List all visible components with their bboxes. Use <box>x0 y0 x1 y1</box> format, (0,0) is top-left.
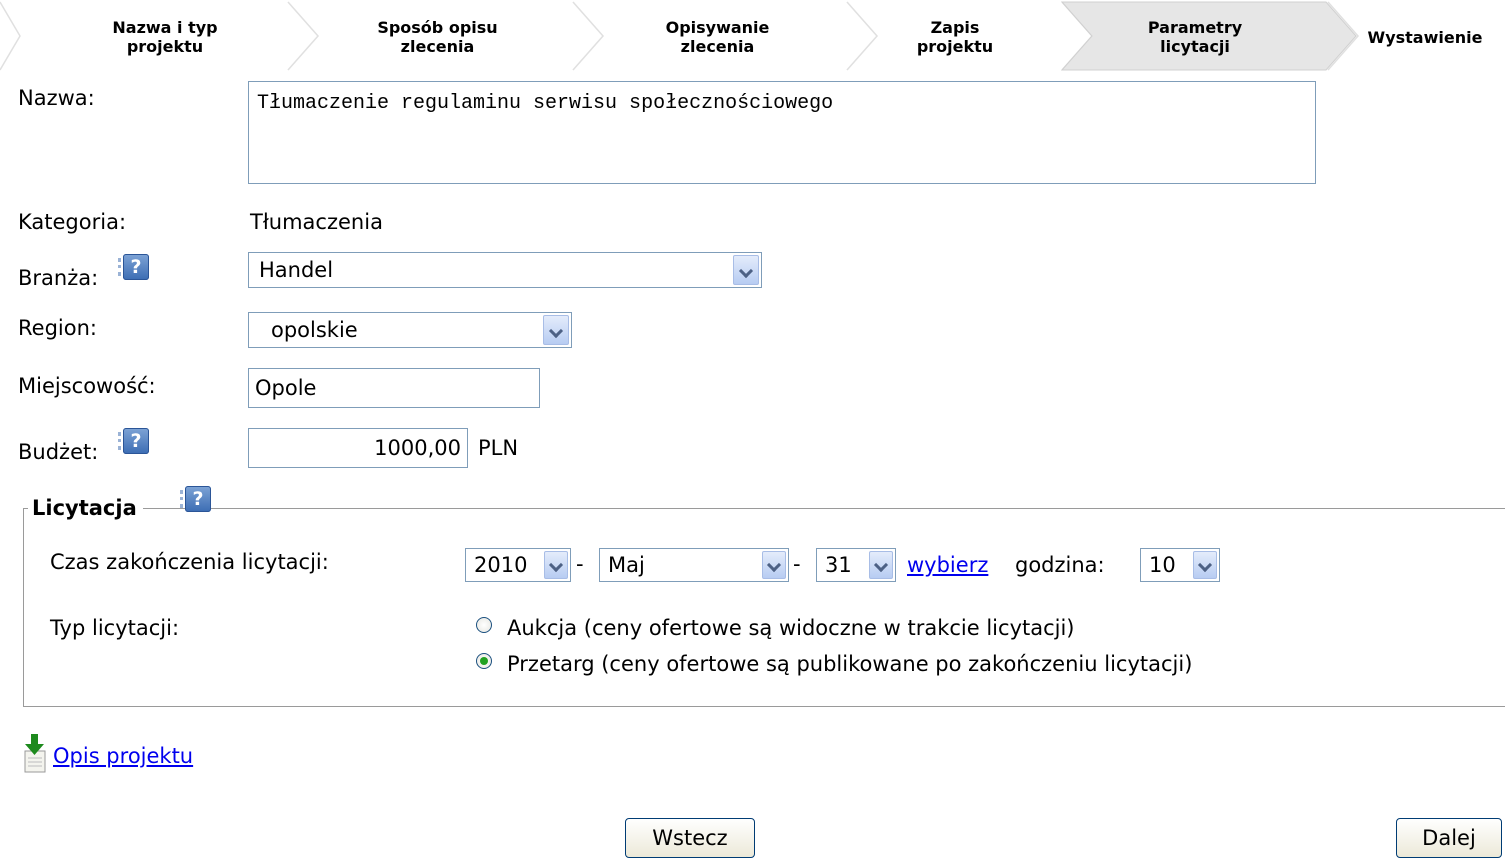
chevron-down-icon[interactable] <box>1193 551 1217 579</box>
project-description-link[interactable]: Opis projektu <box>53 744 193 768</box>
auction-legend-text: Licytacja <box>32 496 137 520</box>
auction-type-label: Typ licytacji: <box>50 616 180 640</box>
city-label: Miejscowość: <box>18 374 156 398</box>
budget-input[interactable]: 1000,00 <box>248 428 468 468</box>
hour-select-value: 10 <box>1149 553 1176 577</box>
auction-fieldset <box>23 508 1505 707</box>
budget-currency: PLN <box>478 436 519 460</box>
year-select-value: 2010 <box>474 553 528 577</box>
radio-przetarg[interactable] <box>476 653 492 669</box>
radio-aukcja-label[interactable]: Aukcja (ceny ofertowe są widoczne w trak… <box>507 616 1075 640</box>
radio-aukcja[interactable] <box>476 617 492 633</box>
date-separator: - <box>793 552 801 576</box>
end-time-label: Czas zakończenia licytacji: <box>50 550 329 574</box>
help-icon[interactable]: ? <box>180 486 211 512</box>
industry-label: Branża: <box>18 266 99 290</box>
download-document-icon[interactable] <box>22 733 48 773</box>
name-textarea[interactable]: Tłumaczenie regulaminu serwisu społeczno… <box>248 81 1316 184</box>
industry-select[interactable]: Handel <box>248 252 762 288</box>
region-label: Region: <box>18 316 97 340</box>
wizard-steps: Nazwa i typ projektu Sposób opisu zlecenia… <box>0 0 1505 72</box>
year-select[interactable]: 2010 <box>465 548 571 582</box>
wizard-step-5-active[interactable]: Parametry licytacji <box>1100 18 1290 56</box>
wizard-step-3[interactable]: Opisywanie zlecenia <box>610 18 825 56</box>
region-select-value: opolskie <box>271 318 358 342</box>
budget-label: Budżet: <box>18 440 99 464</box>
month-select[interactable]: Maj <box>599 548 789 582</box>
month-select-value: Maj <box>608 553 645 577</box>
day-select-value: 31 <box>825 553 852 577</box>
region-select[interactable]: opolskie <box>248 312 572 348</box>
day-select[interactable]: 31 <box>816 548 896 582</box>
category-label: Kategoria: <box>18 210 127 234</box>
auction-legend: Licytacja <box>28 496 143 520</box>
pick-date-link[interactable]: wybierz <box>907 553 988 577</box>
help-icon[interactable]: ? <box>118 254 149 280</box>
chevron-down-icon[interactable] <box>762 551 786 579</box>
wizard-step-1[interactable]: Nazwa i typ projektu <box>60 18 270 56</box>
hour-label: godzina: <box>1015 553 1105 577</box>
city-input[interactable]: Opole <box>248 368 540 408</box>
industry-select-value: Handel <box>259 258 334 282</box>
chevron-down-icon[interactable] <box>733 255 759 285</box>
next-button[interactable]: Dalej <box>1396 818 1502 858</box>
chevron-down-icon[interactable] <box>544 551 568 579</box>
wizard-step-4[interactable]: Zapis projektu <box>880 18 1030 56</box>
chevron-down-icon[interactable] <box>869 551 893 579</box>
wizard-step-2[interactable]: Sposób opisu zlecenia <box>330 18 545 56</box>
name-label: Nazwa: <box>18 86 95 110</box>
back-button[interactable]: Wstecz <box>625 818 755 858</box>
date-separator: - <box>576 552 584 576</box>
help-icon[interactable]: ? <box>118 428 149 454</box>
category-value: Tłumaczenia <box>250 210 383 234</box>
radio-przetarg-label[interactable]: Przetarg (ceny ofertowe są publikowane p… <box>507 652 1192 676</box>
hour-select[interactable]: 10 <box>1140 548 1220 582</box>
wizard-step-6[interactable]: Wystawienie <box>1345 28 1505 47</box>
chevron-down-icon[interactable] <box>543 315 569 345</box>
